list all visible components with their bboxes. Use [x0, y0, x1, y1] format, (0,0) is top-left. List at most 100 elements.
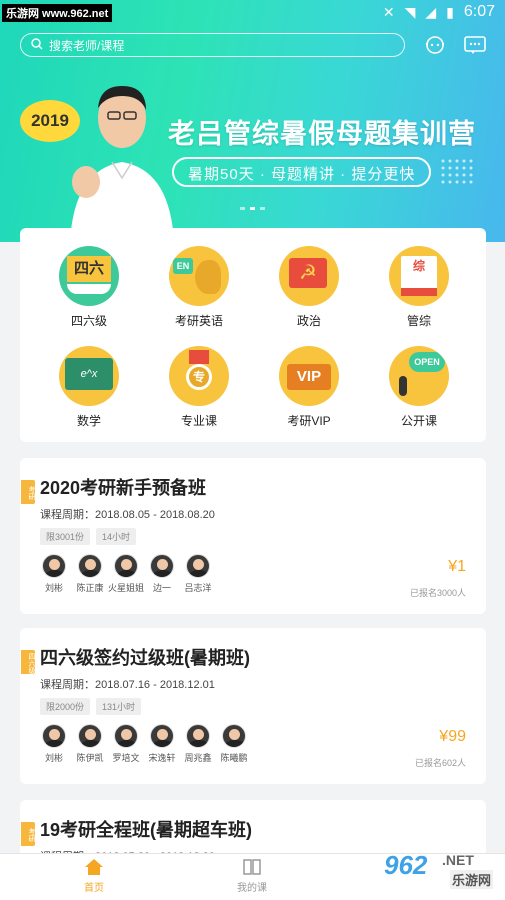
course-title: 2020考研新手预备班 [40, 478, 207, 498]
avatar [42, 554, 66, 578]
teacher[interactable]: 刘彬 [40, 724, 68, 764]
cet-book-icon: 四六 [59, 246, 119, 306]
carousel-dot [240, 207, 245, 210]
course-title: 四六级签约过级班(暑期班) [40, 648, 250, 668]
category-label: 考研英语 [174, 314, 223, 328]
teacher-name: 刘彬 [44, 583, 63, 593]
clock: 6:07 [463, 3, 495, 20]
vibrate-icon: ✕ [382, 3, 395, 20]
battery-icon: ▮ [446, 3, 454, 20]
avatar [186, 554, 210, 578]
search-icon [31, 37, 43, 53]
banner-title: 老吕管综暑假母题集训营 [168, 119, 476, 149]
course-chip: 131小时 [96, 698, 142, 715]
teacher-name: 陈曦鹏 [220, 753, 248, 763]
banner-subtitle: 暑期50天 · 母题精讲 · 提分更快 [172, 157, 432, 187]
search-input[interactable]: 搜索老师/课程 [20, 33, 405, 57]
tab-label: 首页 [84, 883, 104, 894]
avatar [114, 724, 138, 748]
category-management[interactable]: 综 管综 [364, 246, 474, 329]
tab-home[interactable]: 首页 [64, 858, 124, 894]
teacher-name: 陈伊凯 [76, 753, 104, 763]
teacher-name: 陈正康 [76, 583, 104, 593]
customer-service-icon[interactable] [423, 34, 447, 56]
vip-crown-icon: VIP [279, 346, 339, 406]
category-label: 四六级 [70, 314, 107, 328]
party-flag-icon: ☭ [279, 246, 339, 306]
tab-my-course[interactable]: 我的课 [222, 858, 282, 894]
teacher[interactable]: 陈曦鹏 [220, 724, 248, 764]
teacher[interactable]: 宋逸轩 [148, 724, 176, 764]
watermark-cn: 乐游网 [450, 870, 494, 889]
book-icon [243, 859, 261, 875]
category-math[interactable]: e^x 数学 [34, 346, 144, 429]
teacher-name: 火星姐姐 [107, 583, 144, 593]
management-book-icon: 综 [389, 246, 449, 306]
course-period: 课程周期：2018.07.16 - 2018.12.01 [40, 679, 215, 691]
signal-icon: ◢ [425, 3, 437, 20]
enrolled-count: 已报名3000人 [409, 588, 466, 598]
category-grid: 四六 四六级 EN 考研英语 ☭ 政治 综 管综 e^x 数学 专 专业课 VI… [20, 228, 486, 442]
watermark-net: .NET [442, 852, 474, 868]
teacher-portrait [70, 86, 174, 242]
message-icon[interactable] [463, 34, 487, 56]
course-chip: 限3001份 [40, 528, 91, 545]
category-label: 专业课 [180, 414, 217, 428]
category-vip[interactable]: VIP 考研VIP [254, 346, 364, 429]
teacher[interactable]: 周兆鑫 [184, 724, 212, 764]
teacher-name: 刘彬 [44, 753, 63, 763]
course-card[interactable]: 考研 2020考研新手预备班 课程周期：2018.08.05 - 2018.08… [20, 458, 486, 614]
category-label: 公开课 [400, 414, 437, 428]
search-placeholder: 搜索老师/课程 [49, 38, 125, 53]
course-card[interactable]: 四六级 四六级签约过级班(暑期班) 课程周期：2018.07.16 - 2018… [20, 628, 486, 784]
teacher[interactable]: 罗培文 [112, 724, 140, 764]
category-label: 数学 [76, 414, 101, 428]
teacher-name: 罗培文 [112, 753, 140, 763]
category-cet[interactable]: 四六 四六级 [34, 246, 144, 329]
category-open[interactable]: OPEN 公开课 [364, 346, 474, 429]
teacher[interactable]: 吕志洋 [184, 554, 212, 594]
category-major[interactable]: 专 专业课 [144, 346, 254, 429]
category-politics[interactable]: ☭ 政治 [254, 246, 364, 329]
dot-pattern-decoration [441, 159, 473, 184]
course-price: ¥99 [439, 728, 466, 745]
teacher-name: 宋逸轩 [148, 753, 176, 763]
course-chip: 14小时 [96, 528, 137, 545]
category-label: 政治 [296, 314, 321, 328]
category-label: 管综 [406, 314, 431, 328]
course-tag: 考研 [21, 480, 35, 504]
english-head-icon: EN [169, 246, 229, 306]
course-tag: 四六级 [21, 650, 35, 674]
banner-header: 乐游网 www.962.net ✕ ◥ ◢ ▮ 6:07 搜索老师/课程 201… [0, 0, 505, 242]
course-chip: 限2000份 [40, 698, 91, 715]
teacher[interactable]: 陈伊凯 [76, 724, 104, 764]
avatar [150, 554, 174, 578]
site-label: 乐游网 www.962.net [2, 4, 113, 22]
avatar [42, 724, 66, 748]
watermark-num: 962 [384, 850, 428, 880]
course-title: 19考研全程班(暑期超车班) [40, 820, 253, 840]
tab-label: 我的课 [237, 883, 267, 894]
course-tag: 考研 [21, 822, 35, 846]
home-icon [85, 859, 103, 875]
math-board-icon: e^x [59, 346, 119, 406]
watermark-logo: 962 .NET 乐游网 [368, 848, 498, 898]
carousel-dot [260, 207, 265, 210]
teacher-name: 边一 [152, 583, 171, 593]
teacher-list: 刘彬 陈正康 火星姐姐 边一 吕志洋 [40, 554, 212, 594]
medal-icon: 专 [169, 346, 229, 406]
enrolled-count: 已报名602人 [414, 758, 466, 768]
teacher[interactable]: 陈正康 [76, 554, 104, 594]
teacher-name: 周兆鑫 [184, 753, 212, 763]
course-price: ¥1 [448, 558, 466, 575]
avatar [150, 724, 174, 748]
teacher[interactable]: 刘彬 [40, 554, 68, 594]
category-english[interactable]: EN 考研英语 [144, 246, 254, 329]
teacher[interactable]: 火星姐姐 [108, 554, 144, 594]
avatar [78, 724, 102, 748]
carousel-indicator[interactable] [240, 207, 265, 210]
avatar [78, 554, 102, 578]
teacher[interactable]: 边一 [148, 554, 176, 594]
category-label: 考研VIP [287, 414, 331, 428]
avatar [114, 554, 138, 578]
